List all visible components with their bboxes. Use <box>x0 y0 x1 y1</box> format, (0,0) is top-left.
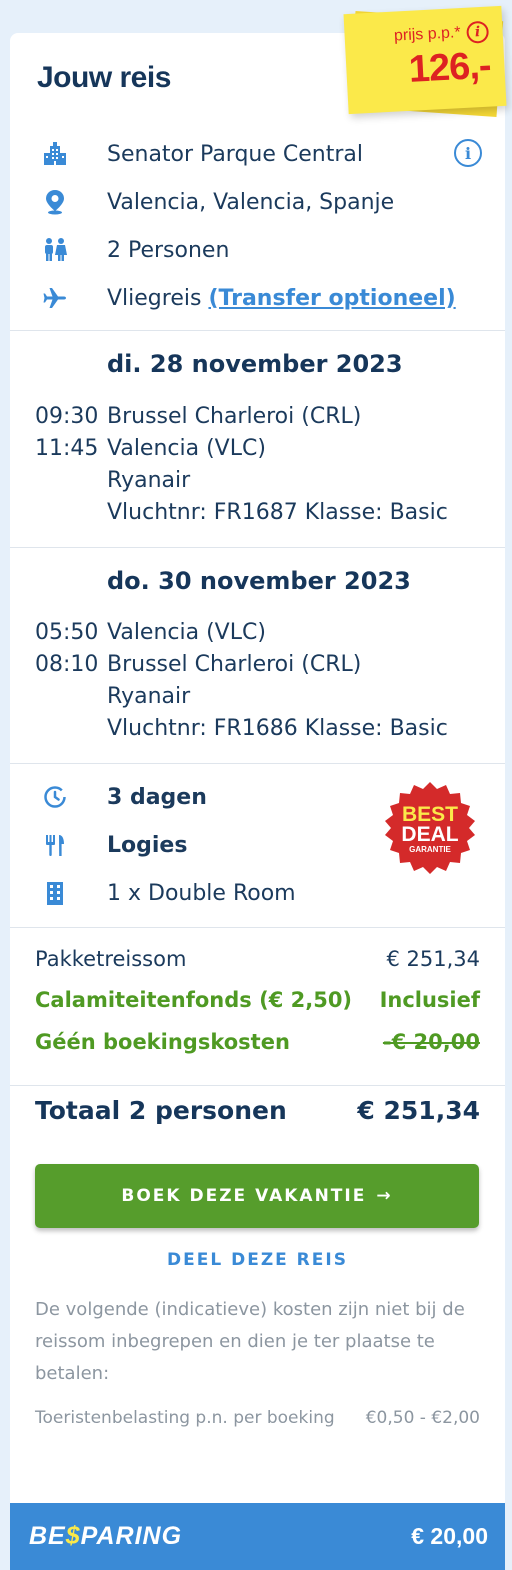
best-deal-badge-icon: BEST DEAL GARANTIE <box>385 782 475 874</box>
badge-line-deal: DEAL <box>401 823 458 846</box>
badge-line-garantie: GARANTIE <box>409 845 451 854</box>
outbound-dep-time: 09:30 <box>35 404 99 429</box>
booking-fee-value: -€ 20,00 <box>382 1030 480 1054</box>
calamity-label: Calamiteitenfonds (€ 2,50) <box>35 988 353 1012</box>
booking-fee-label: Géén boekingskosten <box>35 1030 290 1054</box>
besparing-logo: BE$PARING <box>29 1522 182 1551</box>
price-label: prijs p.p.* i <box>393 20 490 48</box>
return-arr-time: 08:10 <box>35 652 99 677</box>
price-info-icon[interactable]: i <box>466 20 490 44</box>
savings-amount: € 20,00 <box>411 1523 488 1549</box>
divider <box>10 927 505 928</box>
travel-type-label: Vliegreis <box>107 285 202 311</box>
divider <box>10 1085 505 1086</box>
outbound-date: di. 28 november 2023 <box>107 350 403 378</box>
brand-dollar: $ <box>65 1522 81 1550</box>
total-value: € 251,34 <box>357 1096 480 1125</box>
page-title: Jouw reis <box>37 61 171 94</box>
book-vacation-button[interactable]: BOEK DEZE VAKANTIE → <box>35 1164 479 1228</box>
return-airline: Ryanair <box>107 684 191 709</box>
hotel-row: Senator Parque Central <box>10 134 505 174</box>
travel-type-row: Vliegreis (Transfer optioneel) <box>10 278 505 318</box>
outbound-airline: Ryanair <box>107 468 191 493</box>
savings-banner: BE$PARING € 20,00 <box>10 1503 505 1570</box>
price-sticky-note: prijs p.p.* i 126,- <box>343 5 507 115</box>
outbound-details: Vluchtnr: FR1687 Klasse: Basic <box>107 500 448 525</box>
calamity-fund-row: Calamiteitenfonds (€ 2,50) Inclusief <box>35 988 480 1012</box>
tourist-tax-value: €0,50 - €2,00 <box>365 1408 480 1428</box>
tourist-tax-row: Toeristenbelasting p.n. per boeking €0,5… <box>35 1408 480 1428</box>
calamity-value: Inclusief <box>379 988 480 1012</box>
return-from: Valencia (VLC) <box>107 620 266 645</box>
outbound-arr-time: 11:45 <box>35 436 99 461</box>
return-details: Vluchtnr: FR1686 Klasse: Basic <box>107 716 448 741</box>
price-per-person: 126,- <box>407 44 492 91</box>
hotel-building-icon <box>41 140 69 168</box>
total-label: Totaal 2 personen <box>35 1096 287 1125</box>
transfer-optional-link[interactable]: (Transfer optioneel) <box>208 286 455 311</box>
divider <box>10 547 505 548</box>
package-price-row: Pakketreissom € 251,34 <box>35 947 480 971</box>
room-building-icon <box>41 879 69 907</box>
total-row: Totaal 2 personen € 251,34 <box>35 1096 480 1125</box>
divider <box>10 763 505 764</box>
location-text: Valencia, Valencia, Spanje <box>107 189 395 215</box>
board-text: Logies <box>107 832 188 858</box>
persons-icon <box>41 236 69 264</box>
persons-row: 2 Personen <box>10 230 505 270</box>
room-row: 1 x Double Room <box>10 873 505 913</box>
return-to: Brussel Charleroi (CRL) <box>107 652 362 677</box>
share-trip-link[interactable]: DEEL DEZE REIS <box>10 1250 505 1270</box>
airplane-icon <box>41 284 69 312</box>
travel-type-text: Vliegreis (Transfer optioneel) <box>107 286 456 311</box>
return-dep-time: 05:50 <box>35 620 99 645</box>
trip-summary-card: Jouw reis prijs p.p.* i 126,- Senator Pa… <box>10 5 507 1570</box>
clock-icon <box>41 783 69 811</box>
extra-costs-note: De volgende (indicatieve) kosten zijn ni… <box>35 1299 465 1384</box>
location-pin-icon <box>41 188 69 216</box>
outbound-to: Valencia (VLC) <box>107 436 266 461</box>
room-text: 1 x Double Room <box>107 880 296 906</box>
return-date: do. 30 november 2023 <box>107 567 411 595</box>
persons-text: 2 Personen <box>107 237 230 263</box>
booking-fee-row: Géén boekingskosten -€ 20,00 <box>35 1030 480 1054</box>
location-row: Valencia, Valencia, Spanje <box>10 182 505 222</box>
divider <box>10 330 505 331</box>
tourist-tax-label: Toeristenbelasting p.n. per boeking <box>35 1408 335 1428</box>
duration-text: 3 dagen <box>107 784 207 810</box>
brand-post: PARING <box>80 1522 183 1550</box>
hotel-info-icon[interactable]: i <box>454 139 482 167</box>
arrow-right-icon: → <box>376 1186 393 1206</box>
fork-knife-icon <box>41 831 69 859</box>
outbound-from: Brussel Charleroi (CRL) <box>107 404 362 429</box>
price-label-text: prijs p.p.* <box>393 24 462 45</box>
book-button-label: BOEK DEZE VAKANTIE <box>121 1186 367 1206</box>
package-value: € 251,34 <box>386 947 480 971</box>
brand-pre: BE <box>29 1522 66 1550</box>
package-label: Pakketreissom <box>35 947 187 971</box>
hotel-name: Senator Parque Central <box>107 141 364 167</box>
